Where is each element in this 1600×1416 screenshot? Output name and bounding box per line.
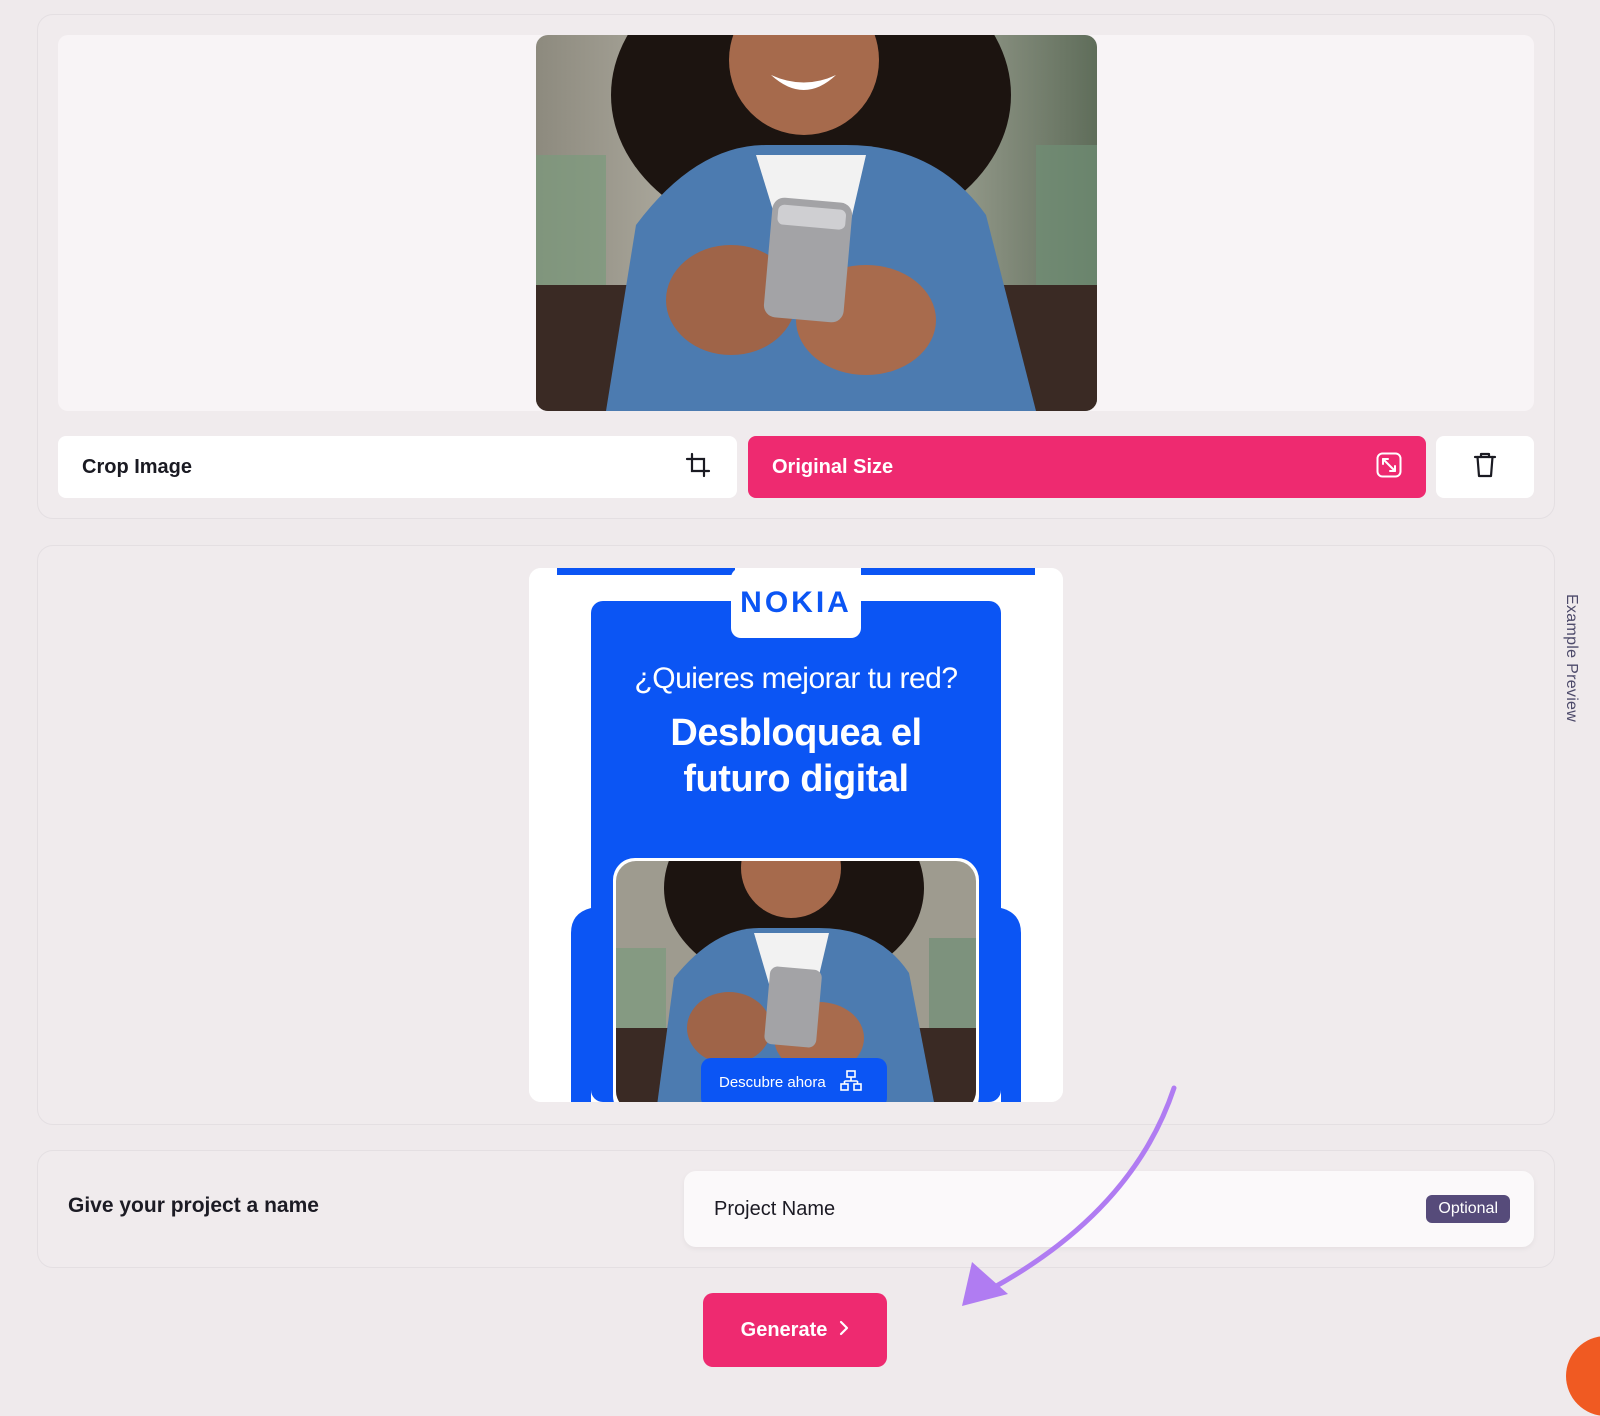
ad-headline-line1: Desbloquea el <box>670 712 922 754</box>
crop-image-label: Crop Image <box>82 455 193 478</box>
uploaded-photo <box>536 35 1097 411</box>
crop-image-button[interactable]: Crop Image <box>58 436 737 498</box>
generate-button[interactable]: Generate <box>703 1293 887 1367</box>
example-preview-card: NOKIA ¿Quieres mejorar tu red? Desbloque… <box>37 545 1555 1125</box>
ad-cta-button: Descubre ahora <box>719 1074 826 1091</box>
example-preview-label: Example Preview <box>1563 594 1580 723</box>
original-size-label: Original Size <box>772 455 894 478</box>
project-name-label: Give your project a name <box>68 1194 319 1217</box>
generate-label: Generate <box>740 1318 828 1341</box>
resize-icon <box>1376 452 1402 483</box>
optional-badge: Optional <box>1426 1195 1510 1223</box>
crop-icon <box>685 452 711 483</box>
delete-image-button[interactable] <box>1436 436 1534 498</box>
ad-question: ¿Quieres mejorar tu red? <box>634 662 958 695</box>
annotation-arrow <box>962 1085 1177 1306</box>
ad-brand-logo: NOKIA <box>740 586 852 619</box>
ad-preview: NOKIA ¿Quieres mejorar tu red? Desbloque… <box>529 568 1063 1102</box>
ad-headline-line2: futuro digital <box>683 758 909 800</box>
image-upload-card: Crop Image Original Size <box>37 14 1555 519</box>
trash-icon <box>1473 452 1497 483</box>
chevron-right-icon <box>839 1319 849 1342</box>
image-stage <box>58 35 1534 411</box>
original-size-button[interactable]: Original Size <box>748 436 1426 498</box>
project-name-card: Give your project a name Optional <box>37 1150 1555 1268</box>
chat-widget-button[interactable] <box>1566 1336 1600 1416</box>
